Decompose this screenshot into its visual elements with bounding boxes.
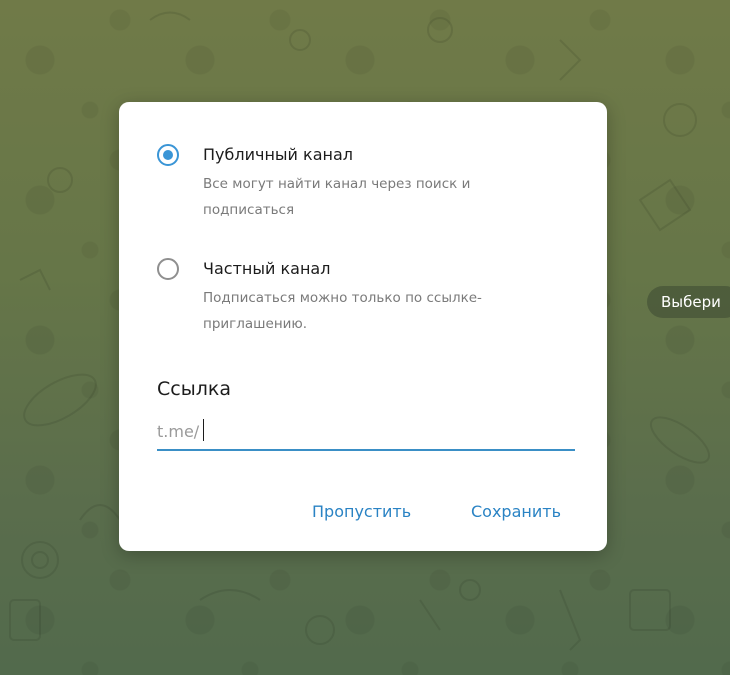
option-public-title: Публичный канал [203, 145, 353, 164]
option-private-title: Частный канал [203, 259, 331, 278]
save-button[interactable]: Сохранить [471, 502, 561, 521]
skip-button[interactable]: Пропустить [312, 502, 411, 521]
select-chat-hint: Выбери [647, 286, 730, 318]
radio-public-checked[interactable] [157, 144, 179, 166]
text-caret [203, 419, 204, 441]
option-public-description: Все могут найти канал через поиск и подп… [203, 176, 471, 218]
option-private-description: Подписаться можно только по ссылке-пригл… [203, 290, 482, 332]
link-input[interactable] [157, 417, 575, 445]
radio-private-unchecked[interactable] [157, 258, 179, 280]
link-label: Ссылка [157, 378, 231, 400]
channel-type-dialog: Публичный канал Все могут найти канал че… [119, 102, 607, 551]
link-field[interactable] [157, 417, 575, 451]
